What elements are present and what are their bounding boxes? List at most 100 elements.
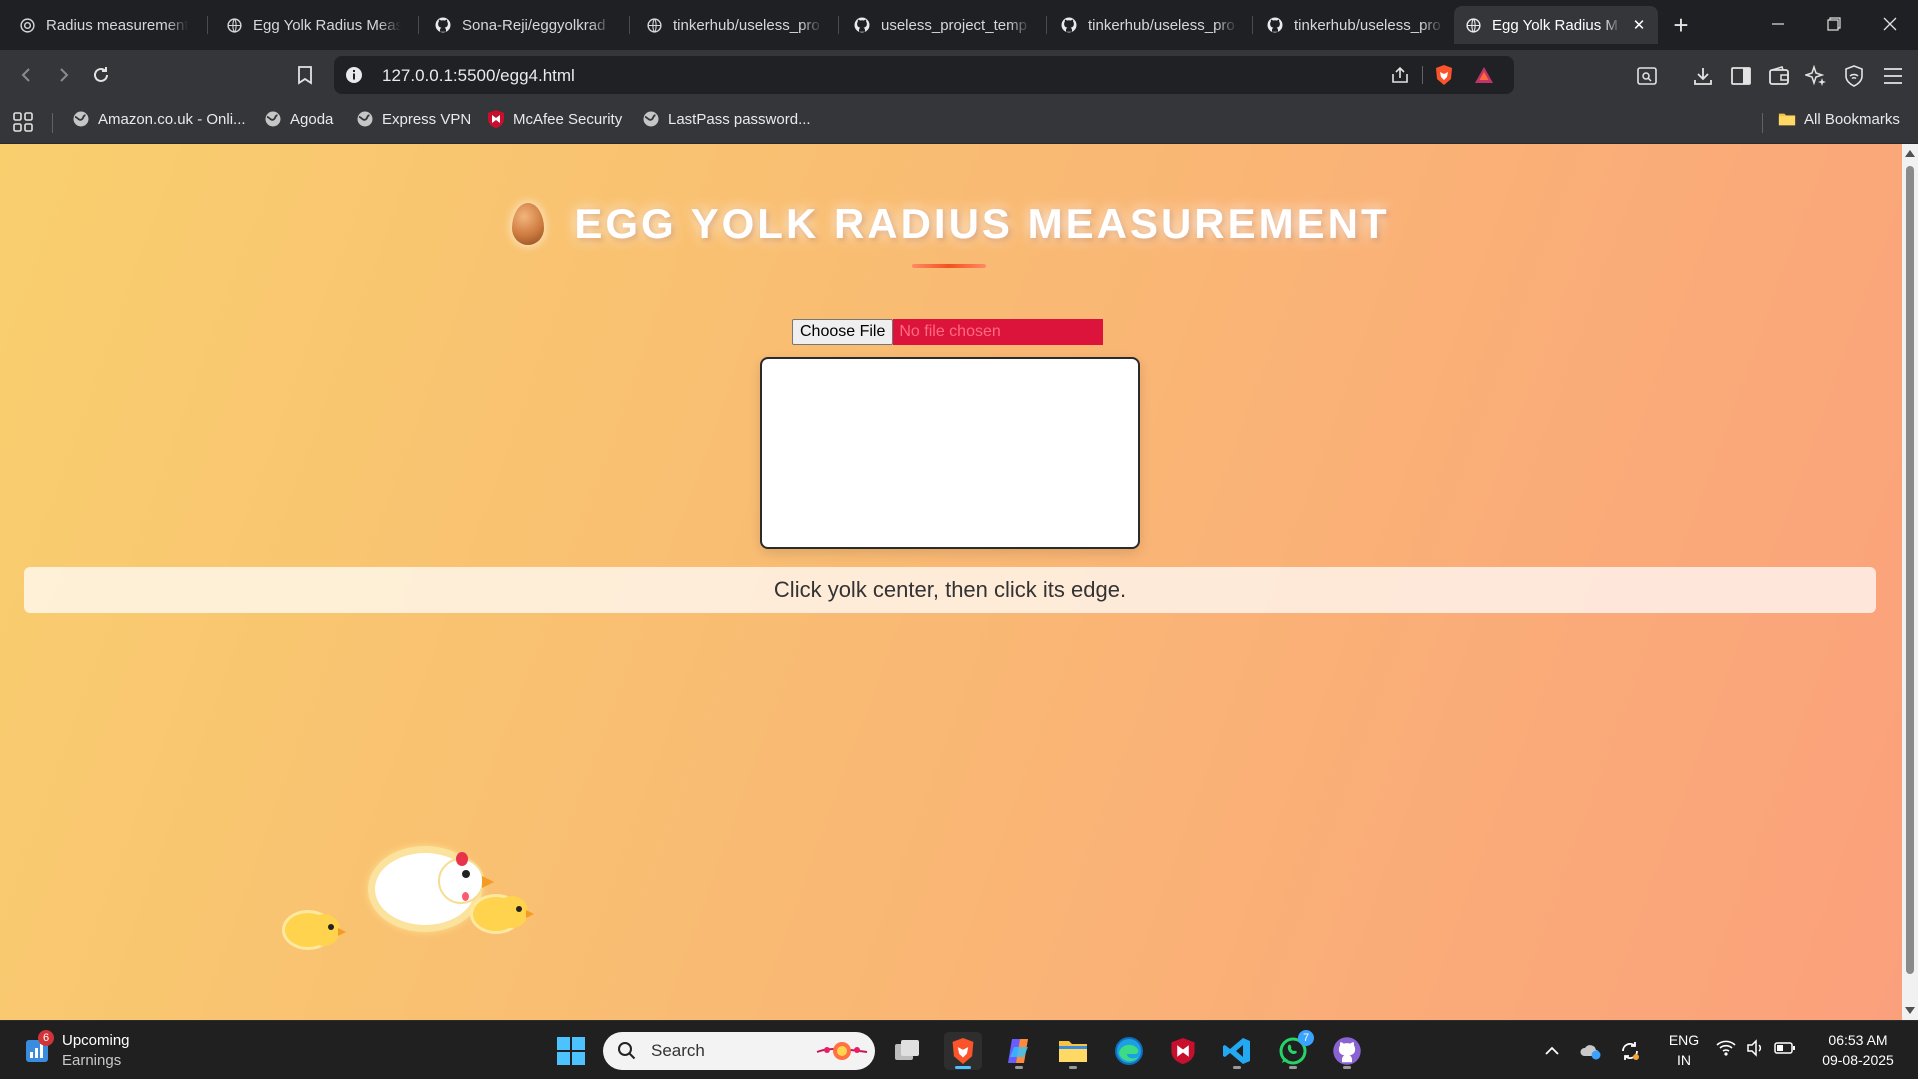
brave-rewards-icon[interactable] xyxy=(1474,65,1494,85)
chick-beak xyxy=(526,910,534,918)
github-icon xyxy=(1060,16,1078,34)
title-underline xyxy=(912,264,986,268)
brave-shields-icon[interactable] xyxy=(1434,65,1454,85)
bookmark-agoda[interactable]: Agoda xyxy=(264,110,333,128)
choose-file-button[interactable]: Choose File xyxy=(792,319,894,345)
widgets-button[interactable]: 6 xyxy=(24,1030,54,1064)
bookmarks-divider xyxy=(1762,113,1763,133)
tab-useless-project-template[interactable]: useless_project_temp xyxy=(843,6,1041,44)
globe-icon xyxy=(645,16,663,34)
taskbar-whatsapp[interactable]: 7 xyxy=(1274,1030,1314,1070)
taskbar-mcafee[interactable] xyxy=(1164,1032,1202,1070)
address-bar[interactable]: 127.0.0.1:5500/egg4.html xyxy=(334,56,1514,94)
taskbar-task-view[interactable] xyxy=(888,1032,926,1070)
tab-separator xyxy=(1252,16,1253,34)
scroll-up-icon[interactable] xyxy=(1905,150,1915,157)
hen-beak xyxy=(482,876,494,888)
omnibox-divider xyxy=(1422,66,1423,84)
tab-separator xyxy=(1046,16,1047,34)
running-indicator xyxy=(1069,1066,1077,1069)
edge-icon xyxy=(1115,1037,1143,1065)
menu-icon[interactable] xyxy=(1882,65,1904,87)
taskbar-edge[interactable] xyxy=(1110,1032,1148,1070)
url-text: 127.0.0.1:5500/egg4.html xyxy=(382,66,575,85)
tab-title: tinkerhub/useless_pro xyxy=(1088,16,1235,34)
taskbar-github-desktop[interactable] xyxy=(1328,1032,1366,1070)
mcafee-icon xyxy=(1171,1038,1195,1064)
taskbar-search[interactable]: Search xyxy=(603,1032,875,1070)
tab-tinkerhub-3[interactable]: tinkerhub/useless_pro xyxy=(1256,6,1454,44)
globe-icon xyxy=(72,110,90,128)
site-info-icon[interactable] xyxy=(344,65,364,85)
reload-icon[interactable] xyxy=(86,60,116,90)
start-button[interactable] xyxy=(552,1032,590,1070)
chick-head xyxy=(308,914,340,946)
windows-taskbar: 6 Upcoming Earnings Search 7 ENG IN 06:5… xyxy=(0,1020,1918,1079)
running-indicator xyxy=(1015,1066,1023,1069)
taskbar-file-explorer[interactable] xyxy=(1054,1032,1092,1070)
forward-icon[interactable] xyxy=(48,60,78,90)
rakhi-decoration-icon xyxy=(816,1042,868,1060)
bookmark-lastpass[interactable]: LastPass password... xyxy=(642,110,811,128)
sync-tray[interactable] xyxy=(1612,1032,1648,1070)
tab-egg-yolk-radius-active[interactable]: Egg Yolk Radius M ✕ xyxy=(1454,6,1658,44)
chick-eye xyxy=(516,906,522,912)
quick-settings[interactable] xyxy=(1716,1039,1796,1057)
share-icon[interactable] xyxy=(1390,65,1410,85)
vscode-icon xyxy=(1223,1038,1250,1064)
taskbar-brave[interactable] xyxy=(944,1032,982,1070)
github-icon xyxy=(853,16,871,34)
browser-toolbar: 127.0.0.1:5500/egg4.html xyxy=(0,50,1918,100)
bookmark-icon[interactable] xyxy=(290,60,320,90)
globe-icon xyxy=(225,16,243,34)
back-icon[interactable] xyxy=(12,60,42,90)
new-tab-button[interactable]: + xyxy=(1666,10,1696,40)
show-hidden-icons[interactable] xyxy=(1534,1032,1570,1070)
close-window-icon[interactable] xyxy=(1862,0,1918,48)
scrollbar-thumb[interactable] xyxy=(1906,166,1914,974)
all-bookmarks-button[interactable]: All Bookmarks xyxy=(1778,110,1900,128)
bookmark-label: LastPass password... xyxy=(668,110,811,128)
wallet-icon[interactable] xyxy=(1768,65,1790,87)
tab-separator xyxy=(629,16,630,34)
wifi-icon xyxy=(1716,1040,1736,1056)
taskbar-vscode[interactable] xyxy=(1218,1032,1256,1070)
bookmark-mcafee[interactable]: McAfee Security xyxy=(487,110,622,128)
leo-ai-icon[interactable] xyxy=(1805,65,1827,87)
tab-tinkerhub-2[interactable]: tinkerhub/useless_pro xyxy=(1050,6,1248,44)
tab-radius-measurement[interactable]: Radius measurement xyxy=(8,6,198,44)
clock-time[interactable]: 06:53 AM xyxy=(1812,1031,1904,1050)
bookmark-amazon[interactable]: Amazon.co.uk - Onli... xyxy=(72,110,246,128)
close-tab-icon[interactable]: ✕ xyxy=(1630,16,1648,34)
tab-separator xyxy=(838,16,839,34)
egg-icon xyxy=(512,203,545,245)
reader-mode-icon[interactable] xyxy=(1636,65,1658,87)
sync-icon xyxy=(1622,1042,1639,1060)
tab-egg-yolk-radius[interactable]: Egg Yolk Radius Meas xyxy=(215,6,411,44)
clock-date[interactable]: 09-08-2025 xyxy=(1812,1051,1904,1070)
all-bookmarks-label: All Bookmarks xyxy=(1804,110,1900,128)
tab-tinkerhub-1[interactable]: tinkerhub/useless_pro xyxy=(635,6,833,44)
vpn-icon[interactable] xyxy=(1843,65,1865,87)
folder-icon xyxy=(1059,1041,1087,1062)
bookmark-label: Express VPN xyxy=(382,110,472,128)
taskbar-copilot[interactable] xyxy=(1000,1032,1038,1070)
sidebar-icon[interactable] xyxy=(1730,65,1752,87)
scroll-down-icon[interactable] xyxy=(1905,1007,1915,1014)
onedrive-tray[interactable] xyxy=(1572,1032,1608,1070)
tab-title: tinkerhub/useless_pro xyxy=(673,16,820,34)
vertical-scrollbar[interactable] xyxy=(1902,144,1918,1020)
cloud-icon xyxy=(1580,1045,1601,1060)
file-input[interactable]: Choose File No file chosen xyxy=(792,319,1104,345)
minimize-icon[interactable] xyxy=(1750,0,1806,48)
apps-grid-icon[interactable] xyxy=(12,111,34,133)
bookmark-express-vpn[interactable]: Express VPN xyxy=(356,110,471,128)
image-canvas[interactable] xyxy=(760,357,1140,549)
language-line-2[interactable]: IN xyxy=(1666,1051,1702,1070)
whatsapp-badge: 7 xyxy=(1298,1030,1314,1046)
language-line-1[interactable]: ENG xyxy=(1666,1031,1702,1050)
download-icon[interactable] xyxy=(1692,65,1714,87)
restore-icon[interactable] xyxy=(1806,0,1862,48)
tab-sona-reji-repo[interactable]: Sona-Reji/eggyolkrad xyxy=(424,6,622,44)
file-status-text: No file chosen xyxy=(893,319,1104,345)
